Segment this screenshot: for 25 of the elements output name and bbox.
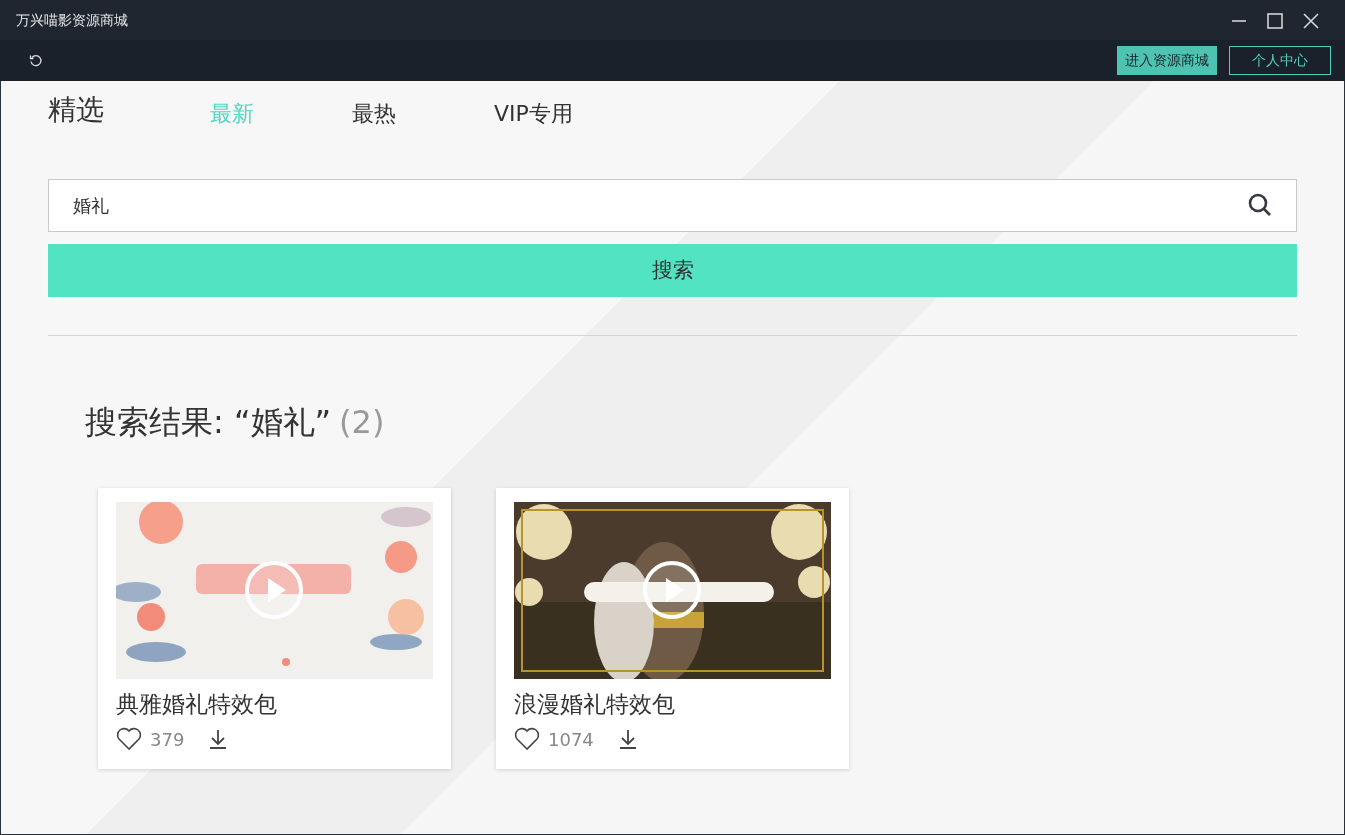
close-icon[interactable] — [1301, 10, 1321, 31]
refresh-icon[interactable] — [28, 52, 44, 69]
tab[interactable]: 最热 — [352, 96, 396, 130]
download-icon[interactable] — [617, 728, 638, 750]
search-icon[interactable] — [1247, 192, 1273, 218]
window-title: 万兴喵影资源商城 — [16, 10, 129, 30]
result-count: (2) — [339, 402, 385, 443]
heart-icon[interactable] — [514, 727, 540, 751]
play-icon[interactable] — [642, 560, 702, 620]
heart-icon[interactable] — [116, 727, 142, 751]
search-field[interactable]: 婚礼 — [48, 179, 1297, 232]
item-title: 典雅婚礼特效包 — [116, 690, 278, 719]
item-title: 浪漫婚礼特效包 — [514, 690, 676, 719]
like-count: 1074 — [548, 727, 594, 752]
download-icon[interactable] — [208, 728, 229, 750]
product-card[interactable]: 浪漫婚礼特效包 1074 — [496, 488, 849, 769]
section-title: 精选 — [48, 92, 104, 128]
product-card[interactable]: 典雅婚礼特效包 379 — [98, 488, 451, 769]
results-heading: 搜索结果: “婚礼” — [85, 402, 332, 443]
search-button[interactable]: 搜索 — [48, 244, 1297, 297]
tab[interactable]: VIP专用 — [494, 96, 573, 130]
profile-button[interactable]: 个人中心 — [1229, 46, 1331, 75]
store-button[interactable]: 进入资源商城 — [1117, 46, 1217, 75]
like-count: 379 — [150, 727, 185, 752]
maximize-icon[interactable] — [1265, 10, 1285, 31]
